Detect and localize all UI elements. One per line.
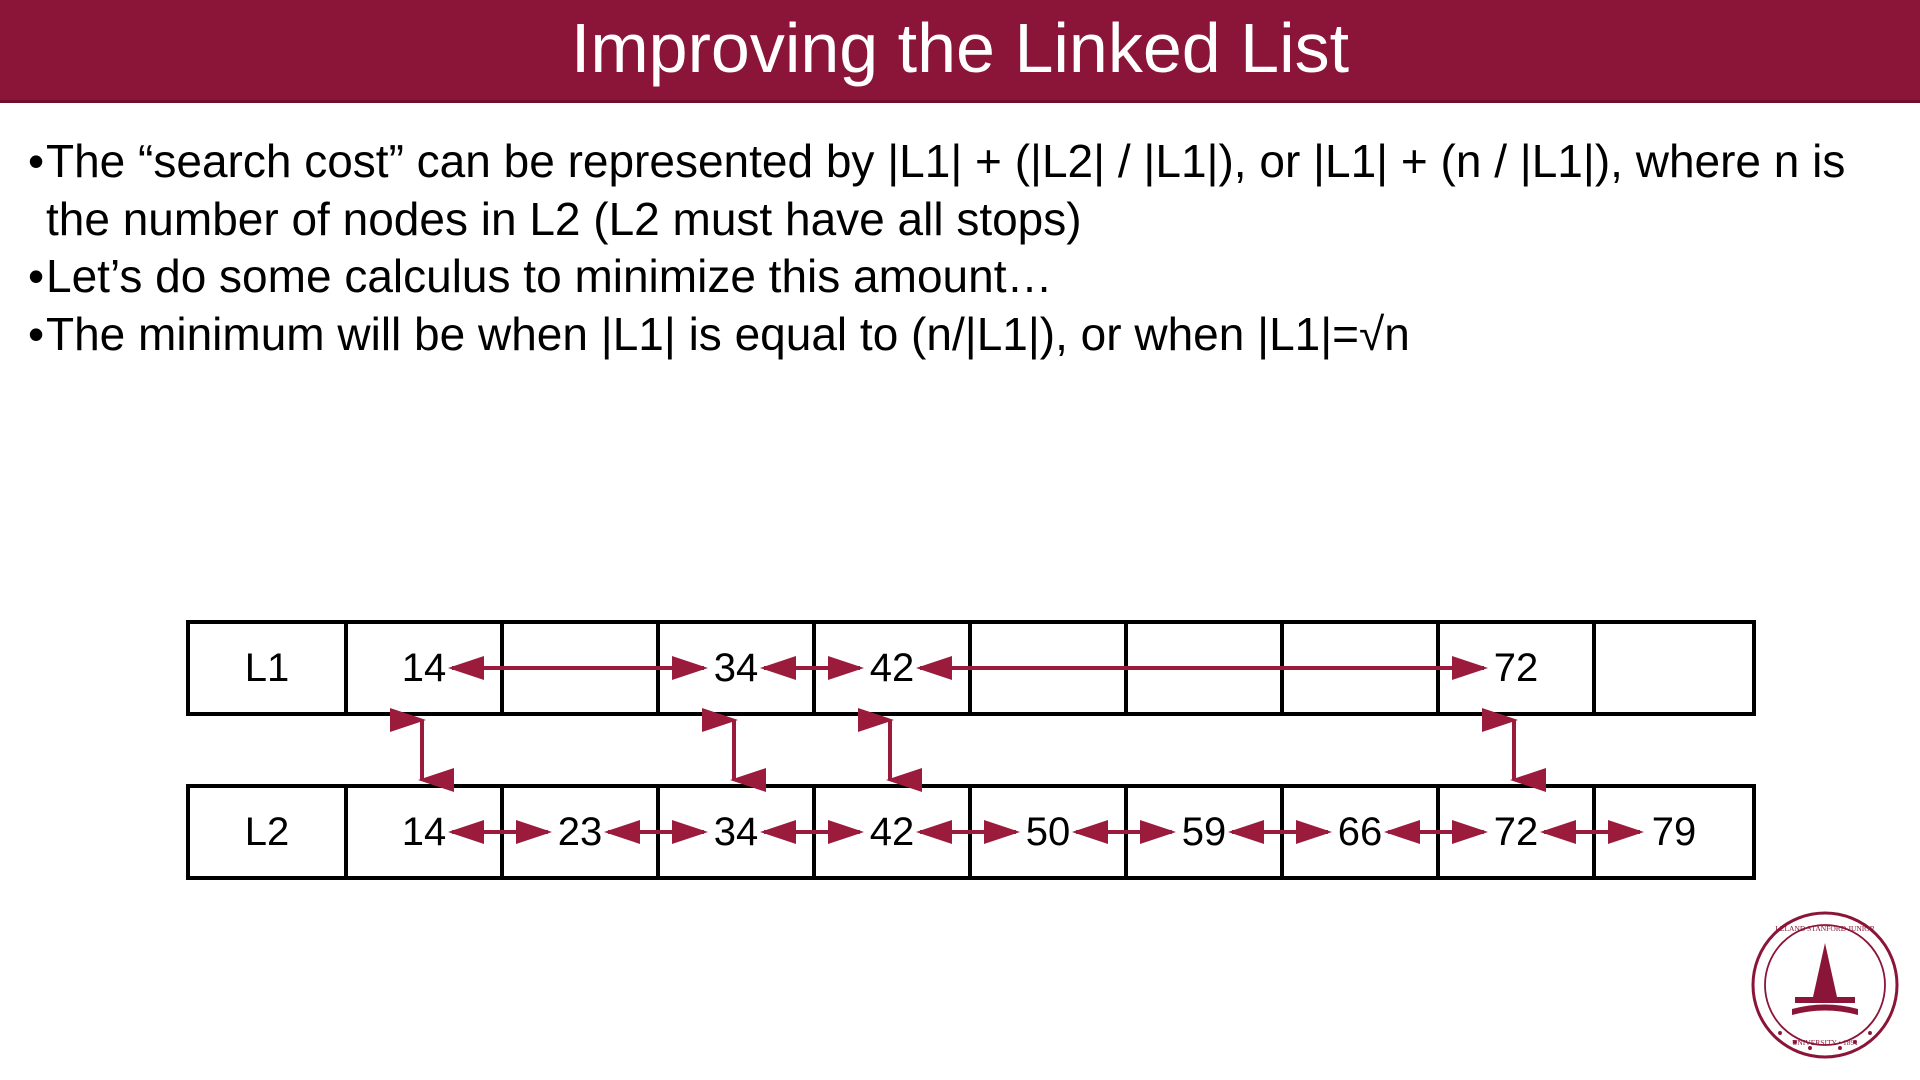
bullet-dot: • (28, 306, 46, 364)
arrow-overlay (186, 620, 1756, 890)
slide-title: Improving the Linked List (0, 0, 1920, 103)
bullet-item: • The minimum will be when |L1| is equal… (28, 306, 1890, 364)
bullet-text: The “search cost” can be represented by … (46, 133, 1890, 248)
bullet-text: The minimum will be when |L1| is equal t… (46, 306, 1890, 364)
bullet-text: Let’s do some calculus to minimize this … (46, 248, 1890, 306)
bullet-list: • The “search cost” can be represented b… (0, 103, 1920, 363)
bullet-dot: • (28, 248, 46, 306)
stanford-seal-icon: LELAND STANFORD JUNIOR UNIVERSITY • 1891 (1750, 910, 1900, 1060)
bullet-dot: • (28, 133, 46, 248)
svg-text:UNIVERSITY • 1891: UNIVERSITY • 1891 (1792, 1038, 1858, 1047)
bullet-item: • Let’s do some calculus to minimize thi… (28, 248, 1890, 306)
bullet-item: • The “search cost” can be represented b… (28, 133, 1890, 248)
svg-text:LELAND STANFORD JUNIOR: LELAND STANFORD JUNIOR (1775, 924, 1874, 933)
